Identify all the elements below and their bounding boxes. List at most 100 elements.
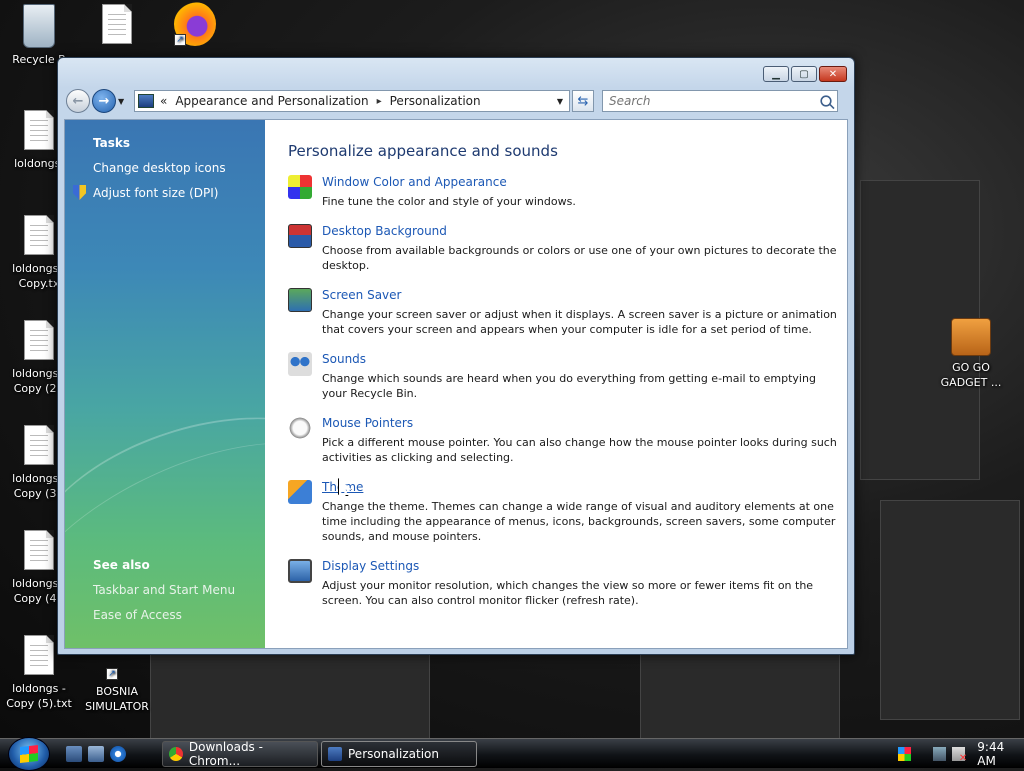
theme-icon[interactable]	[288, 480, 312, 504]
wallpaper-building	[880, 500, 1020, 720]
breadcrumb-appearance[interactable]: Appearance and Personalization	[175, 94, 368, 108]
firefox-icon: ↗	[174, 2, 216, 46]
internet-explorer-icon[interactable]	[110, 746, 126, 762]
item-description: Choose from available backgrounds or col…	[322, 244, 837, 272]
taskbar-button-label: Downloads - Chrom...	[188, 740, 263, 768]
task-change-desktop-icons[interactable]: Change desktop icons	[93, 161, 226, 175]
document-icon	[22, 425, 56, 467]
briefcase-icon	[951, 318, 991, 356]
color-palette-icon[interactable]	[288, 175, 312, 199]
search-input[interactable]	[607, 93, 819, 109]
network-icon[interactable]	[932, 747, 946, 761]
task-adjust-font-size[interactable]: Adjust font size (DPI)	[93, 186, 218, 200]
list-item-display-settings: Display Settings Adjust your monitor res…	[288, 559, 844, 609]
refresh-button[interactable]: ⇆	[572, 90, 594, 112]
main-panel: Personalize appearance and sounds Window…	[265, 120, 847, 648]
screen-saver-icon[interactable]	[288, 288, 312, 312]
desktop-icon-document[interactable]	[78, 4, 156, 50]
desktop-icon-bosnia-simulator[interactable]: ↗ BOSNIA SIMULATOR	[78, 652, 156, 714]
chrome-icon	[169, 747, 183, 761]
list-item-screen-saver: Screen Saver Change your screen saver or…	[288, 288, 844, 338]
content-area: Tasks Change desktop icons Adjust font s…	[64, 119, 848, 649]
sounds-icon[interactable]	[288, 352, 312, 376]
personalization-window: ▁ ▢ ✕ ← → ▼ « Appearance and Personaliza…	[57, 57, 855, 655]
clock[interactable]: 9:44 AM	[977, 740, 1024, 768]
document-icon	[22, 635, 56, 677]
switch-windows-icon[interactable]	[88, 746, 104, 762]
desktop-icon-label: SIMULATOR	[85, 700, 149, 713]
desktop-icon-label: loldongs -	[12, 682, 66, 695]
document-icon	[22, 320, 56, 362]
taskbar-button-chrome[interactable]: Downloads - Chrom...	[162, 740, 318, 768]
taskbar-button-label: Personalization	[348, 747, 439, 761]
shield-icon	[73, 185, 86, 200]
desktop-icon-label: GO GO	[952, 361, 990, 374]
document-icon	[22, 110, 56, 152]
close-button[interactable]: ✕	[819, 66, 847, 82]
see-also-taskbar-start-menu[interactable]: Taskbar and Start Menu	[93, 583, 235, 597]
link-desktop-background[interactable]: Desktop Background	[322, 224, 447, 238]
navigation-bar: ← → ▼ « Appearance and Personalization ▸…	[66, 88, 846, 114]
list-item-theme: Theme Change the theme. Themes can chang…	[288, 480, 844, 545]
shortcut-arrow-icon: ↗	[174, 34, 186, 46]
search-box[interactable]	[602, 90, 838, 112]
link-sounds[interactable]: Sounds	[322, 352, 366, 366]
breadcrumb-overflow[interactable]: «	[160, 94, 167, 108]
search-icon[interactable]	[820, 95, 832, 107]
link-screen-saver[interactable]: Screen Saver	[322, 288, 401, 302]
desktop-icon-label: BOSNIA	[96, 685, 138, 698]
desktop-icon-go-go-gadget[interactable]: GO GO GADGET ...	[932, 318, 1010, 390]
address-dropdown-icon[interactable]: ▼	[551, 97, 569, 106]
desktop-background-icon[interactable]	[288, 224, 312, 248]
windows-logo-icon	[20, 745, 38, 763]
desktop-icon-firefox[interactable]: ↗	[156, 2, 234, 50]
wallpaper-building	[150, 640, 430, 740]
taskbar-button-personalization[interactable]: Personalization	[321, 741, 477, 767]
list-item-sounds: Sounds Change which sounds are heard whe…	[288, 352, 844, 402]
desktop-icon-label: Copy (5).txt	[6, 697, 72, 710]
link-window-color[interactable]: Window Color and Appearance	[322, 175, 507, 189]
see-also-heading: See also	[93, 558, 150, 572]
start-button[interactable]	[8, 737, 50, 771]
forward-button[interactable]: →	[92, 89, 116, 113]
back-button[interactable]: ←	[66, 89, 90, 113]
document-icon	[100, 4, 134, 46]
recent-pages-dropdown[interactable]: ▼	[118, 97, 128, 106]
item-description: Adjust your monitor resolution, which ch…	[322, 579, 814, 607]
mouse-icon[interactable]	[288, 416, 312, 440]
desktop-icon-label: GADGET ...	[940, 376, 1002, 389]
document-icon	[22, 530, 56, 572]
window-controls: ▁ ▢ ✕	[763, 66, 847, 82]
link-display-settings[interactable]: Display Settings	[322, 559, 419, 573]
breadcrumb-separator[interactable]: ▸	[377, 96, 382, 107]
list-item-desktop-background: Desktop Background Choose from available…	[288, 224, 844, 274]
list-item-mouse-pointers: Mouse Pointers Pick a different mouse po…	[288, 416, 844, 466]
see-also-ease-of-access[interactable]: Ease of Access	[93, 608, 182, 622]
minimize-button[interactable]: ▁	[763, 66, 789, 82]
item-description: Change your screen saver or adjust when …	[322, 308, 837, 336]
breadcrumb-personalization[interactable]: Personalization	[390, 94, 481, 108]
security-center-icon[interactable]	[898, 747, 912, 761]
item-description: Pick a different mouse pointer. You can …	[322, 436, 837, 464]
recycle-bin-icon	[23, 4, 55, 48]
display-icon[interactable]	[288, 559, 312, 583]
program-icon: ↗	[100, 652, 134, 680]
tasks-heading: Tasks	[93, 136, 131, 150]
control-panel-icon	[328, 747, 342, 761]
notification-area: ✕ 9:44 AM	[892, 739, 1024, 769]
list-item-window-color: Window Color and Appearance Fine tune th…	[288, 175, 844, 215]
show-desktop-icon[interactable]	[66, 746, 82, 762]
maximize-button[interactable]: ▢	[791, 66, 817, 82]
item-description: Change which sounds are heard when you d…	[322, 372, 816, 400]
item-description: Fine tune the color and style of your wi…	[322, 195, 576, 208]
shortcut-arrow-icon: ↗	[106, 668, 118, 680]
item-description: Change the theme. Themes can change a wi…	[322, 500, 836, 543]
wallpaper-building	[640, 650, 840, 740]
address-bar[interactable]: « Appearance and Personalization ▸ Perso…	[134, 90, 570, 112]
link-mouse-pointers[interactable]: Mouse Pointers	[322, 416, 413, 430]
control-panel-icon	[138, 94, 154, 108]
document-icon	[22, 215, 56, 257]
taskbar: Downloads - Chrom... Personalization ✕ 9…	[0, 737, 1024, 771]
volume-muted-icon[interactable]: ✕	[952, 747, 967, 764]
task-pane: Tasks Change desktop icons Adjust font s…	[65, 120, 265, 648]
